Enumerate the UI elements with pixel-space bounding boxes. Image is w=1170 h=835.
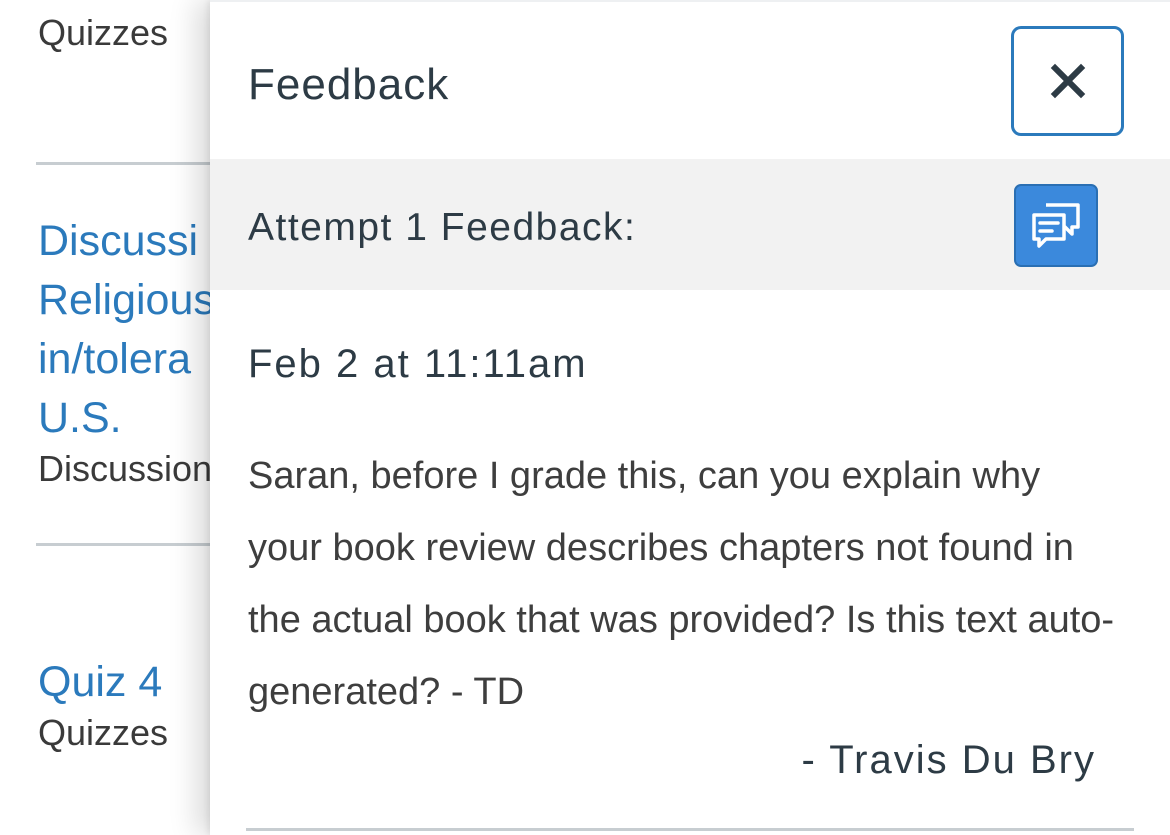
- comment-author: - Travis Du Bry: [801, 738, 1096, 782]
- close-button[interactable]: [1011, 26, 1124, 136]
- item-type: Discussion: [38, 448, 213, 489]
- comment-timestamp: Feb 2 at 11:11am: [248, 342, 588, 386]
- list-item: Quizzes: [38, 12, 168, 54]
- item-title-line[interactable]: Religious: [38, 271, 215, 330]
- item-title-line[interactable]: in/tolera: [38, 330, 215, 389]
- item-type: Quizzes: [38, 12, 169, 53]
- list-item[interactable]: Quiz 4 Quizzes: [38, 653, 168, 754]
- comment-divider: [246, 828, 1134, 831]
- list-divider: [36, 543, 236, 546]
- item-type: Quizzes: [38, 712, 169, 753]
- comments-icon: [1032, 202, 1080, 248]
- comment-text: Saran, before I grade this, can you expl…: [248, 455, 1115, 713]
- attempt-label: Attempt 1 Feedback:: [248, 206, 637, 249]
- attempt-header: Attempt 1 Feedback:: [210, 159, 1170, 290]
- list-divider: [36, 162, 236, 165]
- close-x-icon: [1050, 63, 1085, 99]
- item-title-line[interactable]: U.S.: [38, 389, 215, 448]
- item-title-line[interactable]: Discussi: [38, 212, 215, 271]
- tray-title: Feedback: [248, 60, 450, 109]
- comments-button[interactable]: [1014, 184, 1098, 267]
- list-item[interactable]: Discussi Religious in/tolera U.S. Discus…: [38, 212, 215, 490]
- item-title[interactable]: Quiz 4: [38, 653, 168, 712]
- feedback-tray: Feedback Attempt 1 Feedback: Feb 2 at 11…: [210, 0, 1170, 835]
